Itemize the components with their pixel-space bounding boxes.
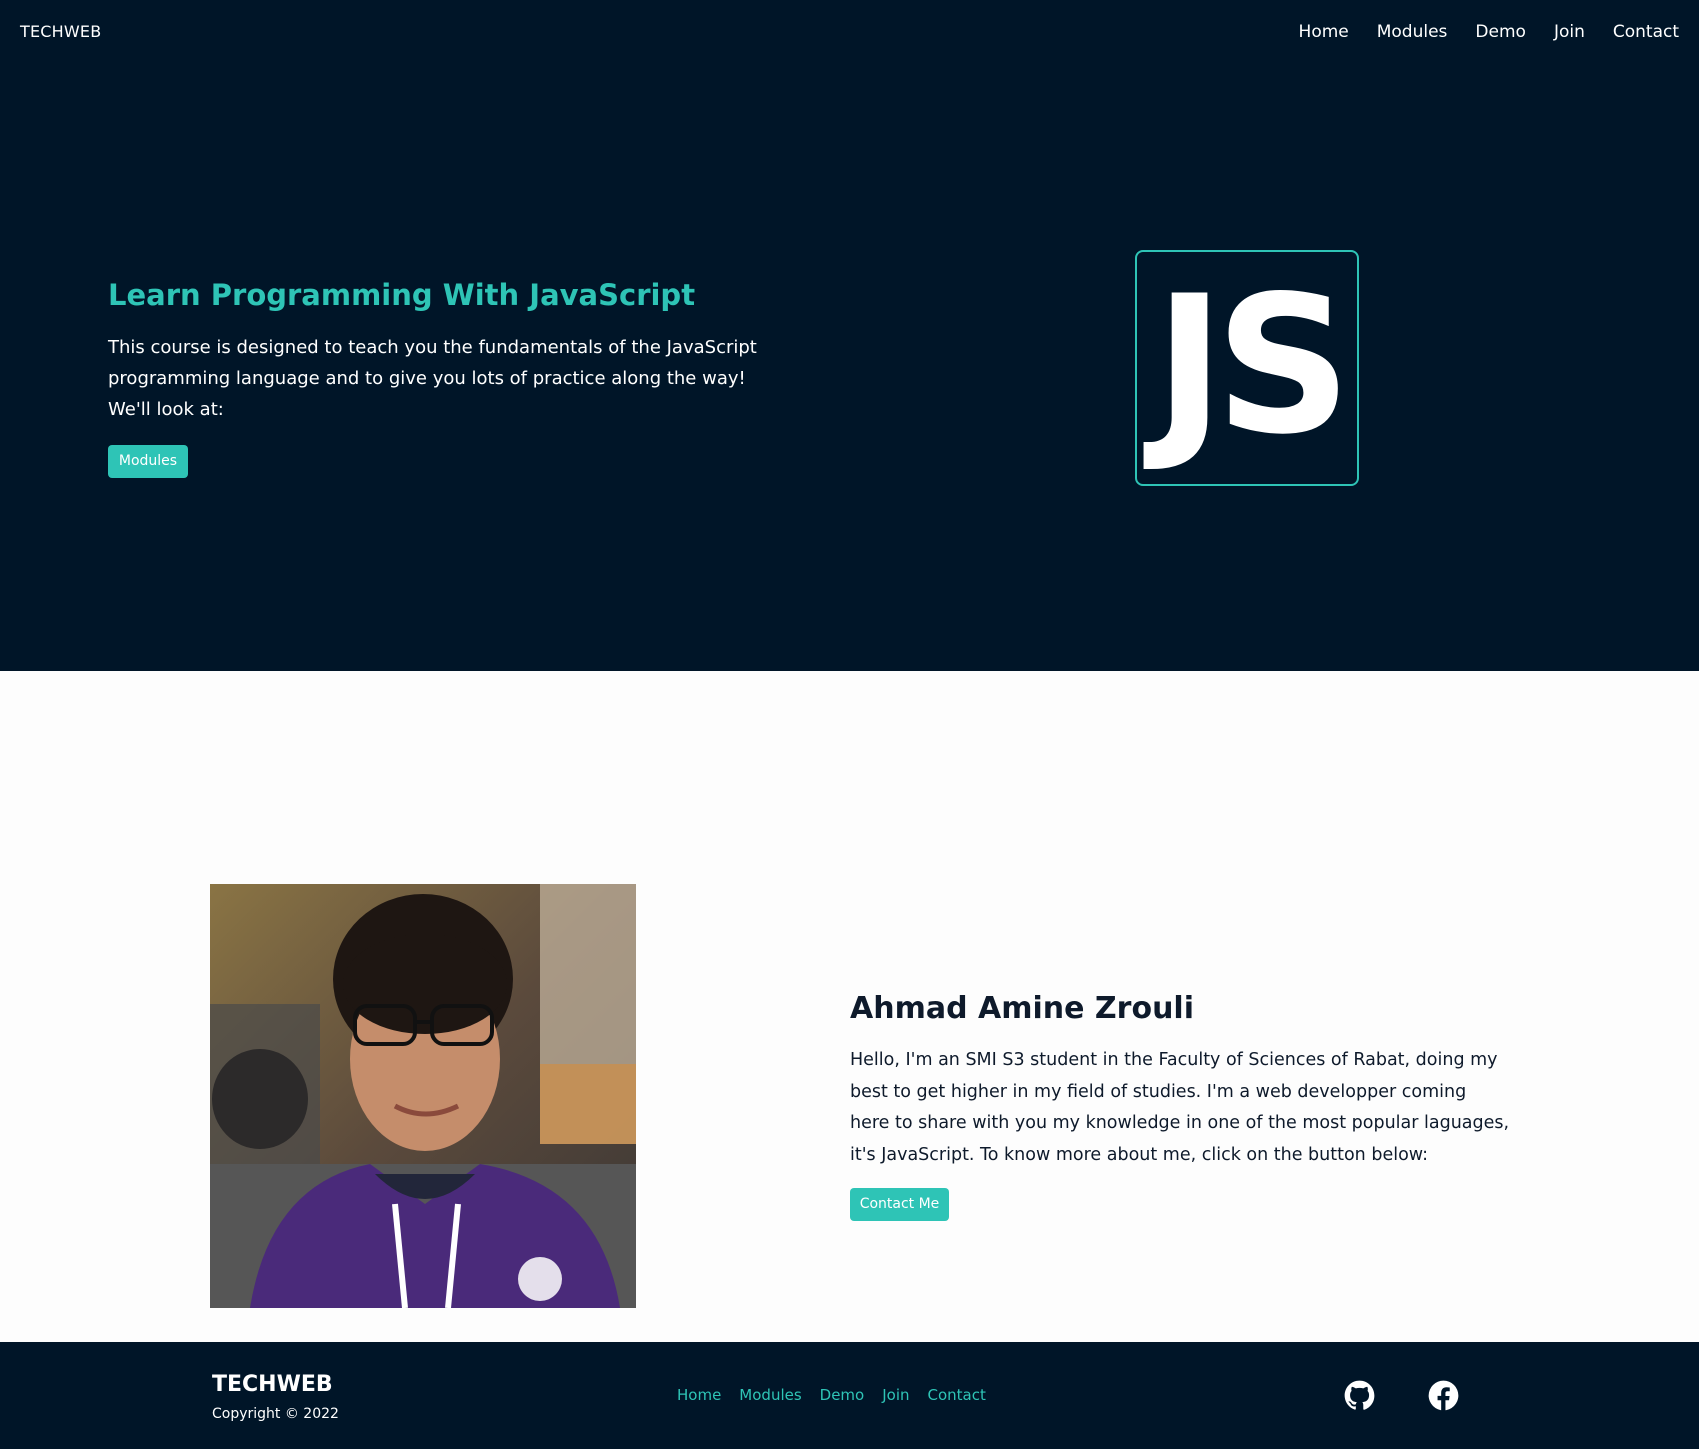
footer-contact-link[interactable]: Contact: [928, 1386, 986, 1404]
navbar: TECHWEB Home Modules Demo Join Contact: [0, 0, 1699, 68]
javascript-logo-text: JS: [1154, 255, 1352, 476]
nav-demo-link[interactable]: Demo: [1475, 22, 1526, 42]
footer-home-link[interactable]: Home: [677, 1386, 721, 1404]
author-description: Hello, I'm an SMI S3 student in the Facu…: [850, 1050, 1510, 1165]
nav-links: Home Modules Demo Join Contact: [1299, 22, 1679, 42]
facebook-icon[interactable]: [1428, 1380, 1459, 1411]
github-icon[interactable]: [1344, 1380, 1375, 1411]
nav-join-link[interactable]: Join: [1554, 22, 1585, 42]
javascript-logo: JS: [1135, 250, 1359, 486]
contact-me-button[interactable]: Contact Me: [850, 1188, 949, 1221]
nav-home-link[interactable]: Home: [1299, 22, 1349, 42]
hero-title: Learn Programming With JavaScript: [108, 278, 696, 312]
brand-logo[interactable]: TECHWEB: [20, 22, 101, 41]
footer-brand: TECHWEB: [212, 1372, 333, 1397]
about-section: Ahmad Amine Zrouli Hello, I'm an SMI S3 …: [0, 671, 1699, 1342]
footer-modules-link[interactable]: Modules: [739, 1386, 801, 1404]
footer: TECHWEB Copyright © 2022 Home Modules De…: [0, 1342, 1699, 1449]
author-name: Ahmad Amine Zrouli: [850, 991, 1194, 1026]
profile-photo: [210, 884, 636, 1308]
footer-join-link[interactable]: Join: [882, 1386, 909, 1404]
modules-button[interactable]: Modules: [108, 445, 188, 478]
copyright-text: Copyright © 2022: [212, 1406, 339, 1422]
nav-modules-link[interactable]: Modules: [1377, 22, 1448, 42]
hero-section: Learn Programming With JavaScript This c…: [0, 68, 1699, 671]
footer-nav: Home Modules Demo Join Contact: [677, 1386, 986, 1404]
hero-description: This course is designed to teach you the…: [108, 337, 757, 420]
nav-contact-link[interactable]: Contact: [1613, 22, 1679, 42]
footer-demo-link[interactable]: Demo: [820, 1386, 865, 1404]
